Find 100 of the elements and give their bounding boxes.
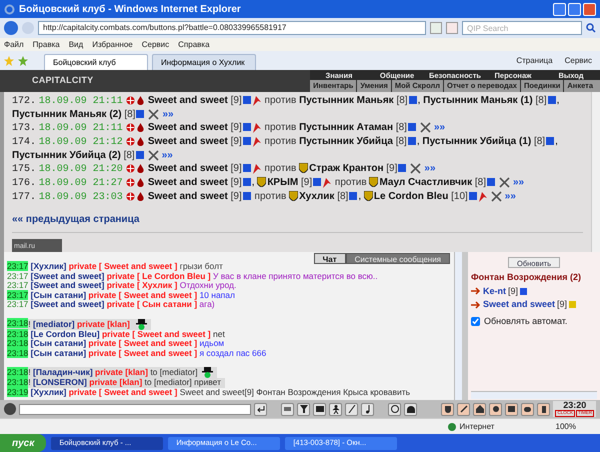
fighter-name[interactable]: Sweet and sweet — [148, 177, 228, 188]
command-button[interactable]: Страница — [512, 55, 557, 67]
menu-item[interactable]: Файл — [4, 38, 24, 50]
enter-icon — [256, 406, 264, 412]
user-name[interactable]: Sweet and sweet — [483, 298, 556, 312]
fighter-level: [9] — [230, 163, 242, 174]
browser-tab[interactable]: Бойцовский клуб — [44, 54, 148, 70]
sender-name[interactable]: [Паладин-чик] — [33, 366, 93, 377]
entry-time: 18.09.09 23:03 — [38, 192, 123, 203]
filter-icon — [300, 405, 308, 413]
previous-page-link[interactable]: «« предыдущая страница — [12, 212, 140, 227]
shield-icon — [364, 191, 373, 202]
battle-link[interactable]: »» — [162, 150, 173, 161]
sender-name[interactable]: [Сын сатани] — [30, 348, 86, 358]
menu-item[interactable]: Сервис — [142, 38, 170, 50]
sender-name[interactable]: [Хухлик] — [30, 261, 66, 271]
game-logo: CAPITALCITY — [32, 74, 94, 88]
sender-name[interactable]: [Сын сатани] — [30, 290, 86, 300]
sender-name[interactable]: [Сын сатани] — [30, 338, 86, 348]
sender-name[interactable]: [Sweet and sweet] — [30, 299, 104, 309]
scrollbar[interactable] — [454, 252, 462, 400]
menu-item[interactable]: Избранное — [92, 38, 133, 50]
fighter-name[interactable]: Пустынник Убийца — [299, 136, 393, 147]
fighter-name[interactable]: Пустынник Атаман — [299, 122, 394, 133]
star-icon[interactable] — [4, 56, 14, 66]
sender-name[interactable]: [LONSERON] — [33, 377, 87, 387]
comma: , — [556, 95, 560, 106]
fighter-name[interactable]: Маул Счастливчик — [379, 177, 472, 188]
message-text: Отдохни урод. — [180, 280, 236, 290]
entry-number: 175. — [12, 164, 36, 175]
search-field[interactable]: QIP Search — [462, 21, 582, 35]
menu-item[interactable]: Справка — [178, 38, 210, 50]
battle-link[interactable]: »» — [424, 163, 436, 174]
fighter-name[interactable]: Пустынник Убийца (2) — [12, 150, 121, 161]
entry-number: 177. — [12, 192, 36, 203]
menu-item[interactable]: Правка — [32, 38, 60, 50]
entry-number: 176. — [12, 178, 36, 189]
zoom-level[interactable]: 100% — [556, 420, 576, 432]
command-button[interactable]: Сервис — [560, 55, 596, 67]
chat-tab[interactable]: Системные сообщения — [346, 253, 450, 264]
slash-button[interactable] — [345, 402, 358, 416]
house-button[interactable] — [473, 402, 486, 416]
fighter-name[interactable]: КРЫМ — [267, 177, 298, 188]
fighter-name[interactable]: Пустынник Маньяк — [299, 95, 394, 106]
filter-button[interactable] — [297, 402, 310, 416]
message-text: я создал пас 666 — [199, 348, 266, 358]
fighter-level: [9] — [230, 191, 242, 202]
chat-input[interactable] — [19, 404, 251, 414]
message-time: 23:17 — [7, 299, 28, 309]
sender-name[interactable]: [mediator] — [33, 318, 75, 328]
message-time: 23:18 — [7, 348, 28, 358]
user-name[interactable]: Ke-nt — [483, 284, 506, 298]
target-icon — [126, 122, 135, 132]
fighter-level: [8] — [124, 109, 136, 120]
fighter-name[interactable]: Sweet and sweet — [148, 95, 228, 106]
auto-refresh-checkbox[interactable] — [471, 316, 480, 326]
fighter-level: [8] — [337, 191, 348, 202]
fighter-name[interactable]: Sweet and sweet — [148, 122, 228, 133]
search-icon[interactable] — [586, 23, 596, 33]
entry-time: 18.09.09 21:12 — [38, 137, 123, 148]
message-time: 23:17 — [7, 270, 28, 280]
fighter-name[interactable]: Пустынник Маньяк (1) — [423, 95, 533, 106]
fighter-name[interactable]: Пустынник Маньяк (2) — [12, 109, 122, 120]
address-field[interactable]: http://capitalcity.combats.com/buttons.pl?battle=0.080339965581917 — [38, 21, 426, 35]
entry-time: 18.09.09 21:11 — [38, 96, 123, 107]
arrow-icon — [471, 300, 481, 309]
note-button[interactable] — [361, 402, 374, 416]
house-icon — [476, 405, 484, 413]
fighter-name[interactable]: Sweet and sweet — [148, 191, 228, 202]
battle-link[interactable]: »» — [512, 177, 524, 188]
sender-name[interactable]: [Le Cordon Bleu] — [30, 328, 100, 338]
enter-button[interactable] — [254, 402, 267, 416]
start-button[interactable]: пуск — [0, 434, 46, 452]
browser-tab[interactable]: Информация о Хухлик — [152, 54, 256, 70]
message-time: 23:19 — [7, 386, 28, 396]
fighter-name[interactable]: Хухлик — [299, 191, 334, 202]
fighter-name[interactable]: Sweet and sweet — [148, 163, 228, 174]
sender-name[interactable]: [Хухлик] — [30, 386, 66, 396]
fighter-name[interactable]: Страж Крантон — [309, 163, 384, 174]
chat-tab[interactable]: Чат — [314, 253, 346, 264]
close-button[interactable] — [583, 2, 596, 16]
battle-link[interactable]: »» — [162, 109, 174, 120]
back-button[interactable] — [4, 21, 18, 35]
fighter-level: [9] — [230, 136, 242, 147]
scrollbar[interactable] — [471, 391, 597, 399]
scrollbar[interactable] — [591, 92, 600, 252]
shield-icon — [369, 177, 378, 188]
fighter-name[interactable]: Le Cordon Bleu — [374, 191, 448, 202]
versus-text: против — [264, 122, 296, 133]
fighter-name[interactable]: Sweet and sweet — [148, 136, 228, 147]
battle-link[interactable]: »» — [504, 191, 516, 202]
sender-name[interactable]: [Sweet and sweet] — [30, 270, 104, 280]
versus-text: против — [264, 136, 296, 147]
box-button[interactable] — [505, 402, 518, 416]
sender-name[interactable]: [Sweet and sweet] — [30, 280, 104, 290]
menu-item[interactable]: Вид — [68, 38, 84, 50]
battle-link[interactable]: »» — [434, 122, 446, 133]
fighter-name[interactable]: Пустынник Убийца (1) — [422, 136, 532, 147]
minimize-button[interactable] — [553, 2, 566, 16]
maximize-button[interactable] — [568, 2, 581, 16]
